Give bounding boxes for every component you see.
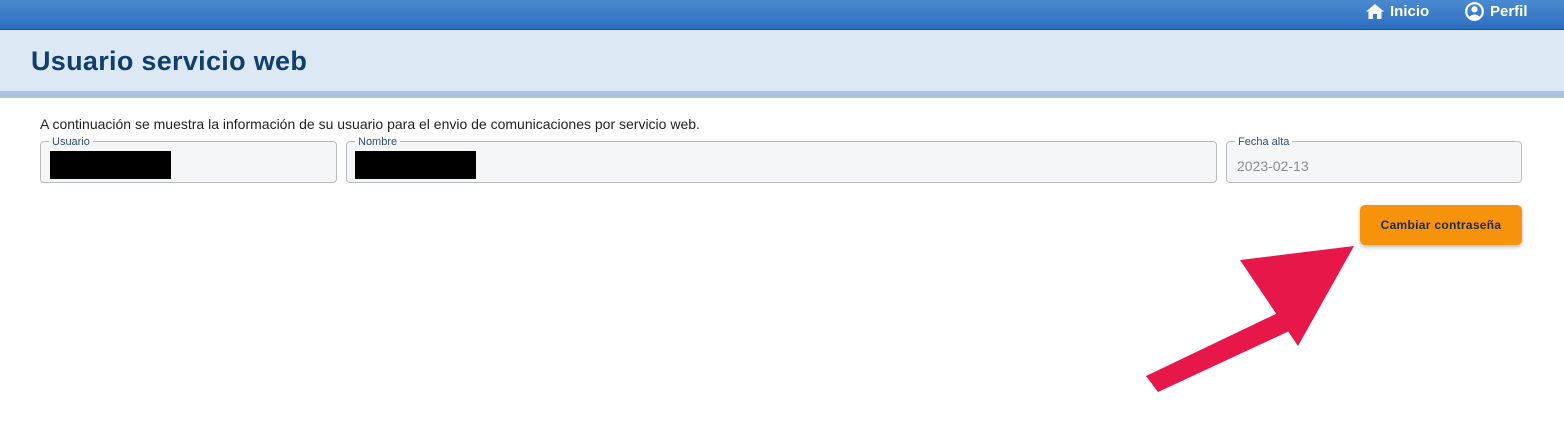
usuario-field-label: Usuario xyxy=(49,137,93,148)
usuario-field[interactable]: Usuario xyxy=(40,137,337,183)
redaction-box xyxy=(50,151,171,179)
redaction-box xyxy=(355,151,476,179)
change-password-button[interactable]: Cambiar contraseña xyxy=(1360,205,1522,245)
page-title: Usuario servicio web xyxy=(31,46,308,76)
nav-home-link[interactable]: Inicio xyxy=(1366,0,1429,22)
header-divider xyxy=(0,91,1564,98)
arrow-icon xyxy=(1130,240,1370,405)
intro-text: A continuación se muestra la información… xyxy=(40,116,700,132)
nombre-field-label: Nombre xyxy=(355,137,401,148)
home-icon xyxy=(1366,3,1384,19)
nav-profile-link[interactable]: Perfil xyxy=(1465,0,1528,22)
fecha-alta-field-value: 2023-02-13 xyxy=(1237,158,1309,174)
nav-home-label: Inicio xyxy=(1390,2,1430,20)
nombre-field[interactable]: Nombre xyxy=(346,137,1217,183)
nav-profile-label: Perfil xyxy=(1490,2,1528,20)
fecha-alta-field[interactable]: Fecha alta 2023-02-13 xyxy=(1226,137,1522,183)
user-circle-icon xyxy=(1465,1,1484,21)
top-nav-bar: Inicio Perfil xyxy=(0,0,1564,30)
page-header: Usuario servicio web xyxy=(0,30,1564,91)
fecha-alta-field-label: Fecha alta xyxy=(1235,137,1293,148)
